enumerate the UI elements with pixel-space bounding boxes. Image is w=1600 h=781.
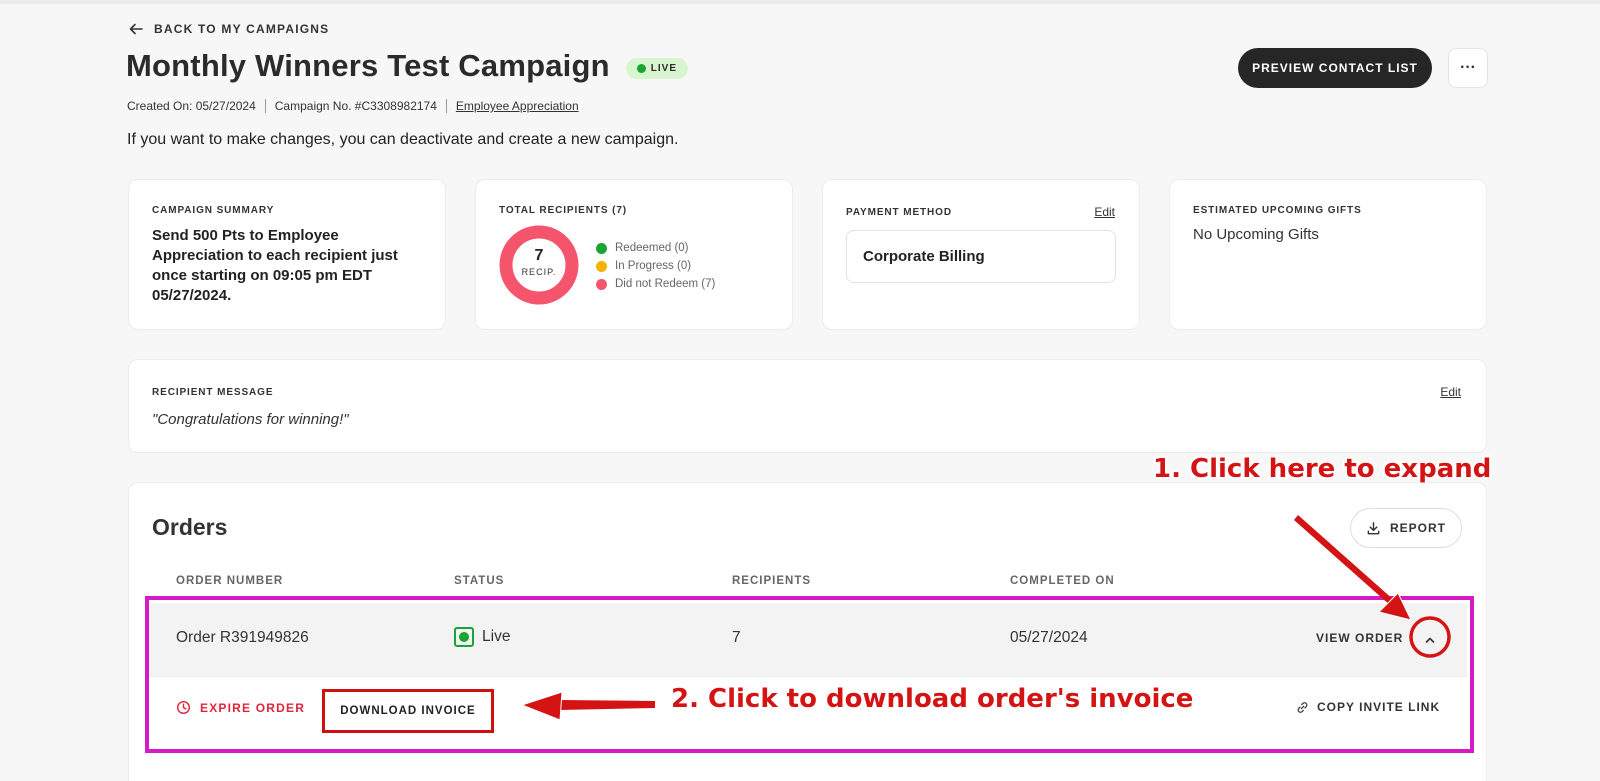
total-recipients-card: TOTAL RECIPIENTS (7) 7 RECIP. Redeemed (… [475, 179, 793, 330]
edit-message-link[interactable]: Edit [1440, 385, 1461, 399]
preview-contact-list-button[interactable]: PREVIEW CONTACT LIST [1238, 48, 1432, 88]
payment-method-card: PAYMENT METHOD Edit Corporate Billing [822, 179, 1140, 330]
campaign-summary-label: CAMPAIGN SUMMARY [152, 205, 275, 216]
page-title: Monthly Winners Test Campaign [126, 48, 610, 83]
legend-item-redeemed: Redeemed (0) [596, 239, 715, 257]
recipients-donut-chart [499, 225, 579, 305]
status-badge-label: LIVE [650, 62, 677, 74]
donut-total: 7 [534, 247, 544, 264]
arrow-left-icon [129, 23, 143, 35]
more-options-button[interactable]: ··· [1448, 48, 1488, 88]
donut-ring [499, 225, 579, 305]
live-dot-icon [636, 63, 646, 73]
report-button-label: REPORT [1389, 521, 1446, 535]
meta-divider [264, 99, 266, 113]
recipient-message-label: RECIPIENT MESSAGE [152, 387, 274, 398]
campaign-meta: Created On: 05/27/2024 Campaign No. #C33… [127, 99, 579, 113]
payment-method-label: PAYMENT METHOD [846, 207, 952, 218]
download-icon [1367, 521, 1380, 534]
legend-dot-icon [596, 278, 607, 290]
campaign-number: Campaign No. #C3308982174 [274, 99, 437, 113]
column-header-status: STATUS [454, 575, 505, 587]
campaign-summary-card: CAMPAIGN SUMMARY Send 500 Pts to Employe… [128, 179, 446, 330]
back-label: BACK TO MY CAMPAIGNS [154, 22, 330, 36]
annotation-step-2: 2. Click to download order's invoice [671, 684, 1194, 714]
highlight-order-box [145, 596, 1474, 753]
column-header-recipients: RECIPIENTS [732, 575, 812, 587]
report-button[interactable]: REPORT [1350, 508, 1462, 548]
orders-title: Orders [152, 514, 228, 540]
legend-label: Did not Redeem (7) [615, 278, 716, 290]
recipient-message-text: "Congratulations for winning!" [152, 411, 349, 428]
total-recipients-label: TOTAL RECIPIENTS (7) [499, 205, 628, 216]
title-row: Monthly Winners Test Campaign LIVE [126, 48, 688, 84]
campaign-summary-text: Send 500 Pts to Employee Appreciation to… [152, 227, 398, 304]
column-header-order-number: ORDER NUMBER [176, 575, 284, 587]
legend-label: In Progress (0) [615, 260, 692, 272]
donut-subtitle: RECIP. [521, 267, 557, 277]
created-on: Created On: 05/27/2024 [127, 99, 256, 113]
payment-method-value: Corporate Billing [846, 230, 1116, 283]
top-border [0, 0, 1600, 4]
meta-divider [445, 99, 447, 113]
recipients-legend: Redeemed (0) In Progress (0) Did not Red… [596, 239, 715, 293]
upcoming-gifts-label: ESTIMATED UPCOMING GIFTS [1193, 205, 1362, 216]
legend-item-did-not-redeem: Did not Redeem (7) [596, 275, 715, 293]
legend-dot-icon [596, 242, 607, 254]
recipient-message-card: RECIPIENT MESSAGE Edit "Congratulations … [128, 359, 1487, 453]
category-link[interactable]: Employee Appreciation [456, 99, 579, 113]
legend-dot-icon [596, 260, 607, 272]
column-header-completed-on: COMPLETED ON [1010, 575, 1115, 587]
annotation-step-1: 1. Click here to expand [1153, 454, 1492, 484]
upcoming-gifts-card: ESTIMATED UPCOMING GIFTS No Upcoming Gif… [1169, 179, 1487, 330]
upcoming-gifts-value: No Upcoming Gifts [1193, 226, 1319, 243]
edit-payment-link[interactable]: Edit [1094, 205, 1115, 219]
status-badge: LIVE [625, 57, 688, 79]
back-to-campaigns-link[interactable]: BACK TO MY CAMPAIGNS [128, 21, 329, 37]
info-text: If you want to make changes, you can dea… [127, 131, 679, 148]
legend-label: Redeemed (0) [615, 242, 689, 254]
legend-item-in-progress: In Progress (0) [596, 257, 715, 275]
